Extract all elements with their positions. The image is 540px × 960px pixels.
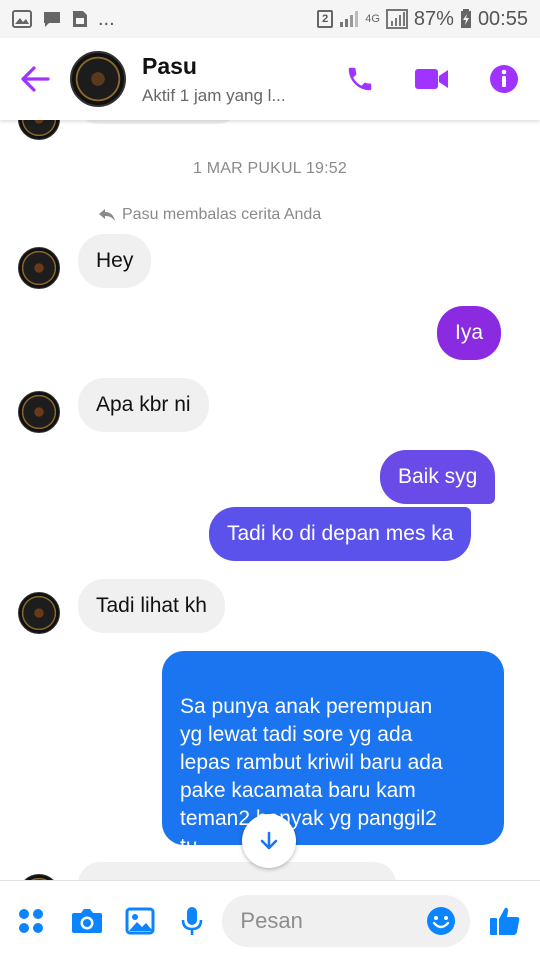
contact-status: Aktif 1 jam yang l... bbox=[142, 85, 286, 105]
messenger-chat-screen: ... 2 4G 87% 00:55 Pasu Aktif 1 jam yang… bbox=[0, 0, 540, 960]
message-text: Tadi ko di depan mes ka bbox=[227, 522, 454, 545]
info-icon bbox=[490, 65, 518, 93]
more-actions-button[interactable] bbox=[0, 881, 61, 960]
message-bubble-outgoing[interactable]: Sa punya anak perempuan yg lewat tadi so… bbox=[162, 651, 504, 858]
status-bar: ... 2 4G 87% 00:55 bbox=[0, 0, 540, 38]
conversation-header: Pasu Aktif 1 jam yang l... bbox=[0, 38, 540, 120]
message-text: Iya bbox=[455, 321, 484, 344]
signal-2-icon bbox=[385, 9, 408, 29]
microphone-icon bbox=[181, 906, 203, 935]
message-bubble-outgoing[interactable]: Tadi ko di depan mes ka bbox=[209, 507, 472, 561]
message-bubble-outgoing[interactable]: Baik syg bbox=[380, 450, 496, 504]
partial-avatar-top bbox=[18, 120, 60, 140]
gallery-icon bbox=[12, 10, 32, 28]
message-text: Baik syg bbox=[398, 465, 478, 488]
contact-avatar[interactable] bbox=[70, 51, 126, 107]
thumbs-up-icon bbox=[490, 907, 520, 935]
status-bar-right: 2 4G 87% 00:55 bbox=[317, 8, 528, 31]
message-text: Hey bbox=[96, 249, 134, 272]
arrow-down-icon bbox=[260, 831, 278, 850]
gallery-button[interactable] bbox=[114, 881, 166, 960]
sim-icon bbox=[73, 11, 87, 27]
message-composer bbox=[0, 880, 540, 960]
like-button[interactable] bbox=[470, 881, 540, 960]
battery-percent: 87% bbox=[413, 7, 454, 30]
signal-icon bbox=[340, 11, 359, 27]
message-text: Sa punya anak perempuan yg lewat tadi so… bbox=[180, 695, 443, 858]
camera-button[interactable] bbox=[61, 881, 113, 960]
message-timestamp: 1 MAR PUKUL 19:52 bbox=[193, 160, 347, 177]
notification-count-badge: 2 bbox=[317, 10, 334, 28]
message-bubble-incoming[interactable]: Apa kbr ni bbox=[78, 378, 209, 432]
message-text: Apa kbr ni bbox=[96, 393, 191, 416]
contact-info[interactable]: Pasu Aktif 1 jam yang l... bbox=[142, 53, 292, 106]
more-notifications: ... bbox=[98, 7, 115, 30]
sender-avatar[interactable] bbox=[18, 247, 60, 289]
camera-icon bbox=[72, 908, 103, 933]
voice-call-button[interactable] bbox=[324, 38, 396, 120]
info-button[interactable] bbox=[468, 38, 540, 120]
image-icon bbox=[125, 907, 155, 934]
partial-bubble-bottom bbox=[78, 862, 396, 880]
message-bubble-incoming[interactable]: Hey bbox=[78, 234, 152, 288]
message-bubble-outgoing[interactable]: Iya bbox=[437, 306, 502, 360]
contact-name: Pasu bbox=[142, 52, 197, 79]
video-call-button[interactable] bbox=[396, 38, 468, 120]
emoji-icon bbox=[427, 906, 456, 935]
story-reply-note: Pasu membalas cerita Anda bbox=[98, 206, 321, 224]
reply-arrow-icon bbox=[99, 209, 115, 221]
phone-icon bbox=[348, 67, 372, 91]
message-bubble-incoming[interactable]: Tadi lihat kh bbox=[78, 579, 225, 633]
clock: 00:55 bbox=[477, 7, 528, 30]
sender-avatar[interactable] bbox=[18, 592, 60, 634]
status-bar-left: ... bbox=[12, 8, 115, 31]
network-type: 4G bbox=[365, 13, 380, 25]
back-button[interactable] bbox=[0, 38, 70, 120]
message-text: Tadi lihat kh bbox=[96, 594, 207, 617]
header-actions bbox=[324, 38, 540, 120]
sender-avatar[interactable] bbox=[18, 391, 60, 433]
scroll-to-bottom-button[interactable] bbox=[242, 814, 296, 868]
four-dots-icon bbox=[18, 908, 43, 933]
message-list[interactable]: 1 MAR PUKUL 19:52 Pasu membalas cerita A… bbox=[0, 120, 540, 880]
message-input[interactable] bbox=[222, 894, 427, 947]
chat-notification-icon bbox=[44, 12, 60, 27]
emoji-button[interactable] bbox=[426, 894, 471, 947]
partial-bubble-top bbox=[78, 120, 238, 124]
voice-message-button[interactable] bbox=[166, 881, 218, 960]
story-reply-text: Pasu membalas cerita Anda bbox=[122, 206, 322, 223]
battery-charging-icon bbox=[460, 9, 471, 28]
video-camera-icon bbox=[415, 69, 448, 89]
arrow-left-icon bbox=[21, 66, 50, 92]
